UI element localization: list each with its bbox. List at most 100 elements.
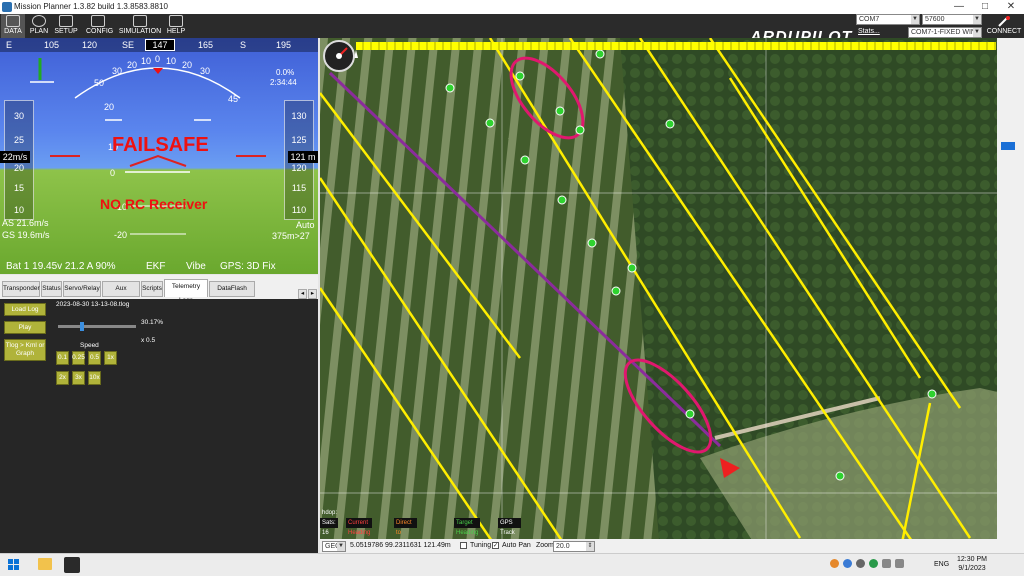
file-explorer-icon[interactable]	[38, 558, 52, 570]
stats-link[interactable]: Stats...	[858, 28, 880, 35]
progress-track[interactable]	[58, 325, 136, 328]
play-button[interactable]: Play	[4, 321, 46, 334]
menu-bar: DATA PLAN SETUP CONFIG SIMULATION HELP A…	[0, 14, 1024, 46]
map-bottom-bar: GEO ▼ 5.0519786 99.2311631 121.49m Tuning…	[320, 539, 997, 553]
altitude-value: 121 m	[288, 151, 318, 163]
battery-readout: Bat 1 19.45v 21.2 A 90%	[6, 261, 116, 272]
speaker-icon[interactable]	[895, 559, 904, 568]
map-overlay	[320, 38, 1024, 553]
menu-config[interactable]: CONFIG	[86, 14, 113, 38]
tuning-checkbox[interactable]	[460, 542, 467, 549]
menu-help[interactable]: HELP	[164, 14, 188, 38]
speed-0.1-button[interactable]: 0.1	[56, 351, 69, 365]
bank-mark: 10	[166, 56, 177, 66]
load-log-button[interactable]: Load Log	[4, 303, 46, 316]
tab-servo-relay[interactable]: Servo/Relay	[63, 281, 101, 297]
tab-telemetry-logs[interactable]: Telemetry Logs	[164, 279, 208, 304]
tab-status[interactable]: Status	[41, 281, 62, 297]
alt-tick: 110	[291, 205, 307, 215]
windows-start-icon[interactable]	[8, 559, 20, 571]
minimize-button[interactable]: —	[950, 0, 968, 14]
tab-bar: Transponder Status Servo/Relay Aux Funct…	[0, 275, 318, 306]
tray-icon[interactable]	[869, 559, 878, 568]
map-view[interactable]	[320, 38, 1024, 553]
hud-status-row: Bat 1 19.45v 21.2 A 90% EKF Vibe GPS: 3D…	[0, 260, 318, 274]
speed-tick: 20	[13, 163, 24, 173]
clock-date: 9/1/2023	[958, 565, 986, 572]
pitch-mark: -20	[114, 230, 128, 240]
taskbar-clock[interactable]: 12:30 PM 9/1/2023	[952, 555, 992, 573]
speed-0.5-button[interactable]: 0.5	[88, 351, 101, 365]
speed-tick: 15	[13, 183, 24, 193]
time-readout: 2:34:44	[270, 78, 297, 87]
legend-direct-wp: Direct to current WP	[394, 518, 417, 556]
port-select[interactable]: COM7 ▼	[856, 14, 920, 25]
speed-0.25-button[interactable]: 0.25	[72, 351, 85, 365]
bank-mark: 10	[141, 56, 152, 66]
simulation-icon	[133, 15, 147, 27]
alt-tick: 115	[291, 183, 307, 193]
speed-2x-button[interactable]: 2x	[56, 371, 69, 385]
menu-plan[interactable]: PLAN	[27, 14, 51, 38]
tuning-label: Tuning	[470, 542, 492, 549]
maximize-button[interactable]: □	[976, 0, 994, 14]
tab-dataflash-logs[interactable]: DataFlash Logs	[209, 281, 255, 306]
baud-select[interactable]: 57600 ▼	[922, 14, 982, 25]
legend-sats: Sats: 16	[320, 518, 338, 536]
speed-value: 22m/s	[0, 151, 30, 163]
tray-icon[interactable]	[830, 559, 839, 568]
tab-scroll-left[interactable]: ◂	[298, 289, 307, 299]
config-icon	[91, 15, 105, 27]
chevron-down-icon: ▼	[337, 542, 345, 551]
log-filename: 2023-08-30 13-13-08.tlog	[56, 301, 130, 308]
tlog-graph-button[interactable]: Tlog > Kml or Graph	[4, 339, 46, 361]
bank-mark: 20	[127, 60, 138, 70]
language-indicator[interactable]: ENG	[934, 561, 949, 568]
legend-current-heading: Current Heading	[346, 518, 373, 536]
menu-simulation[interactable]: SIMULATION	[118, 14, 162, 38]
coord-mode-select[interactable]: GEO ▼	[322, 541, 346, 552]
progress-label: 30.17%	[141, 319, 164, 326]
bank-mark: 20	[182, 60, 193, 70]
bank-mark: 0	[155, 54, 161, 64]
bank-mark: 30	[200, 66, 211, 76]
auto-pan-checkbox[interactable]: ✓	[492, 542, 499, 549]
progress-slider[interactable]	[79, 322, 84, 331]
tab-transponder[interactable]: Transponder	[2, 281, 40, 297]
clock-time: 12:30 PM	[957, 556, 987, 563]
link-select[interactable]: COM7-1-FIXED WIN ▼	[908, 27, 982, 38]
menu-setup[interactable]: SETUP	[54, 14, 78, 38]
tray-icon[interactable]	[843, 559, 852, 568]
window-title: Mission Planner 1.3.82 build 1.3.8583.88…	[14, 2, 168, 11]
close-button[interactable]: ✕	[1002, 0, 1020, 14]
connect-button[interactable]: CONNECT	[984, 14, 1024, 38]
speed-multiplier: x 0.5	[141, 337, 156, 344]
telemetry-logs-panel: Load Log Play Tlog > Kml or Graph 2023-0…	[0, 299, 318, 553]
ekf-status[interactable]: EKF	[146, 261, 165, 272]
setup-icon	[59, 15, 73, 27]
speed-tick: 30	[13, 111, 24, 121]
pitch-mark: 20	[104, 102, 115, 112]
speed-10x-button[interactable]: 10x	[88, 371, 101, 385]
tray-icon[interactable]	[856, 559, 865, 568]
wifi-icon[interactable]	[882, 559, 891, 568]
gps-status: GPS: 3D Fix	[220, 261, 276, 272]
bank-mark: 45	[228, 94, 239, 104]
menu-data[interactable]: DATA	[1, 14, 25, 38]
speed-3x-button[interactable]: 3x	[72, 371, 85, 385]
auto-pan-label: Auto Pan	[502, 542, 531, 549]
plug-icon	[997, 15, 1011, 28]
vibe-status[interactable]: Vibe	[186, 261, 206, 272]
zoom-thumb[interactable]	[1001, 142, 1015, 150]
zoom-scrollbar[interactable]	[997, 38, 1024, 553]
mode-readout: Auto	[296, 220, 315, 230]
tab-scripts[interactable]: Scripts	[141, 281, 163, 297]
speed-label: Speed	[80, 342, 99, 349]
mission-planner-taskbar-icon[interactable]	[64, 557, 80, 573]
speed-1x-button[interactable]: 1x	[104, 351, 117, 365]
zoom-input[interactable]: 20.0 ⇕	[553, 541, 595, 552]
tab-scroll-right[interactable]: ▸	[308, 289, 317, 299]
legend-target-heading: Target Heading	[454, 518, 481, 536]
tab-aux-function[interactable]: Aux Function	[102, 281, 140, 306]
app-icon	[2, 2, 12, 12]
